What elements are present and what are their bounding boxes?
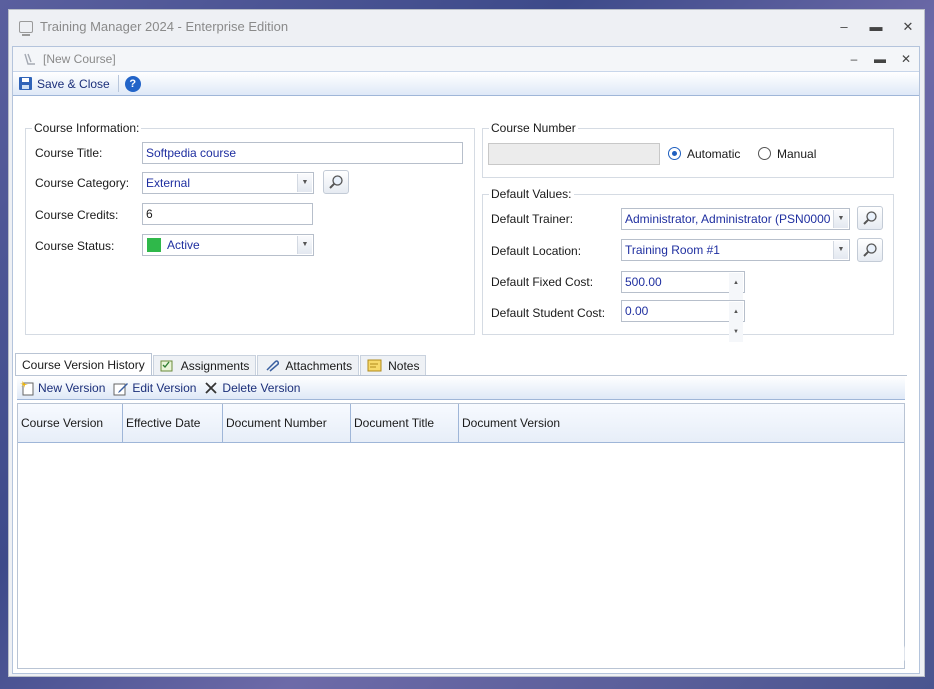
tab-label: Notes: [388, 358, 420, 373]
automatic-radio[interactable]: [668, 147, 681, 160]
column-header-effective-date[interactable]: Effective Date: [123, 404, 223, 442]
assignments-icon: [160, 359, 175, 372]
course-category-select[interactable]: External ▼: [142, 172, 314, 194]
default-fixed-cost-value: 500.00: [625, 275, 662, 289]
default-trainer-select[interactable]: Administrator, Administrator (PSN0000 ▼: [621, 208, 850, 230]
search-icon: [863, 243, 877, 257]
paperclip-icon: [264, 359, 280, 372]
search-icon: [329, 175, 343, 189]
chevron-down-icon[interactable]: ▼: [297, 236, 312, 254]
course-status-label: Course Status:: [35, 239, 115, 253]
monitor-icon: [19, 20, 33, 36]
chevron-down-icon[interactable]: ▼: [297, 174, 312, 192]
toolbar-separator: [117, 75, 119, 92]
course-version-history-panel: New Version Edit Version Delete Version …: [15, 375, 907, 670]
category-lookup-button[interactable]: [323, 170, 349, 194]
default-location-select[interactable]: Training Room #1 ▼: [621, 239, 850, 261]
spin-up-icon[interactable]: ▲: [729, 302, 743, 322]
save-close-label: Save & Close: [37, 76, 110, 91]
course-category-label: Course Category:: [35, 176, 130, 190]
delete-version-label: Delete Version: [222, 380, 301, 395]
tab-label: Course Version History: [22, 357, 145, 372]
course-information-title: Course Information:: [32, 121, 142, 135]
new-document-icon: [20, 380, 34, 395]
minimize-button[interactable]: –: [828, 19, 860, 35]
save-close-button[interactable]: Save & Close: [19, 77, 110, 91]
default-location-value: Training Room #1: [625, 243, 720, 257]
save-icon: [19, 77, 32, 90]
document-window-controls: – ▬ ✕: [841, 52, 919, 66]
spin-buttons[interactable]: ▲▼: [729, 273, 743, 313]
tab-assignments[interactable]: Assignments: [152, 355, 257, 375]
delete-icon: [205, 381, 218, 394]
new-version-button[interactable]: New Version: [19, 380, 105, 396]
tab-course-version-history[interactable]: Course Version History: [15, 353, 152, 375]
course-status-value: Active: [167, 238, 200, 252]
trainer-lookup-button[interactable]: [857, 206, 883, 230]
main-window: Training Manager 2024 - Enterprise Editi…: [8, 9, 925, 677]
course-credits-input[interactable]: 6: [142, 203, 313, 225]
course-category-value: External: [146, 176, 191, 190]
chevron-down-icon[interactable]: ▼: [833, 210, 848, 228]
column-header-document-title[interactable]: Document Title: [351, 404, 459, 442]
delete-version-button[interactable]: Delete Version: [204, 381, 300, 395]
course-status-select[interactable]: Active ▼: [142, 234, 314, 256]
new-version-label: New Version: [38, 380, 106, 395]
tab-label: Attachments: [285, 358, 353, 373]
tab-attachments[interactable]: Attachments: [257, 355, 360, 375]
help-icon[interactable]: ?: [124, 75, 141, 92]
edit-icon: [113, 382, 129, 395]
course-title-label: Course Title:: [35, 146, 103, 160]
course-number-title: Course Number: [489, 121, 578, 135]
main-toolbar: Save & Close ?: [13, 71, 919, 96]
manual-radio[interactable]: [758, 147, 771, 160]
column-header-course-version[interactable]: Course Version: [18, 404, 123, 442]
version-toolbar: New Version Edit Version Delete Version: [17, 376, 905, 400]
close-button[interactable]: ✕: [892, 19, 924, 35]
edit-version-button[interactable]: Edit Version: [113, 380, 196, 396]
location-lookup-button[interactable]: [857, 238, 883, 262]
document-title: [New Course]: [43, 52, 116, 66]
default-fixed-cost-input[interactable]: 500.00 ▲▼: [621, 271, 745, 313]
document-titlebar: [New Course] – ▬ ✕: [13, 47, 919, 71]
course-number-input: [488, 143, 660, 165]
softpedia-watermark: SOFTPEDIA: [738, 641, 912, 671]
spin-up-icon[interactable]: ▲: [729, 273, 743, 293]
column-header-document-version[interactable]: Document Version: [459, 404, 904, 442]
version-history-grid[interactable]: Course Version Effective Date Document N…: [17, 403, 905, 669]
doc-maximize-button[interactable]: ▬: [867, 52, 893, 66]
default-student-cost-input[interactable]: 0.00 ▲ ▼: [621, 300, 745, 342]
tab-notes[interactable]: Notes: [360, 355, 427, 375]
column-header-document-number[interactable]: Document Number: [223, 404, 351, 442]
search-icon: [863, 211, 877, 225]
course-document-window: [New Course] – ▬ ✕ Save & Close ? Course…: [12, 46, 920, 674]
notes-icon: [367, 359, 382, 372]
app-titlebar: Training Manager 2024 - Enterprise Editi…: [9, 10, 924, 43]
manual-label[interactable]: Manual: [777, 147, 816, 161]
default-location-label: Default Location:: [491, 244, 582, 258]
default-student-cost-label: Default Student Cost:: [491, 306, 606, 320]
course-credits-label: Course Credits:: [35, 208, 119, 222]
doc-minimize-button[interactable]: –: [841, 52, 867, 66]
automatic-label[interactable]: Automatic: [687, 147, 740, 161]
doc-close-button[interactable]: ✕: [893, 52, 919, 66]
default-student-cost-value: 0.00: [625, 304, 649, 318]
grid-header: Course Version Effective Date Document N…: [18, 404, 904, 443]
default-trainer-label: Default Trainer:: [491, 212, 574, 226]
spin-down-icon[interactable]: ▼: [729, 322, 743, 342]
spin-buttons[interactable]: ▲▼: [729, 302, 743, 342]
window-controls: – ▬ ✕: [828, 19, 924, 35]
chevron-down-icon[interactable]: ▼: [833, 241, 848, 259]
default-values-title: Default Values:: [489, 187, 574, 201]
default-trainer-value: Administrator, Administrator (PSN0000: [625, 212, 831, 226]
detail-tabs: Course Version History Assignments Attac…: [15, 353, 427, 375]
default-fixed-cost-label: Default Fixed Cost:: [491, 275, 594, 289]
maximize-button[interactable]: ▬: [860, 19, 892, 35]
edit-version-label: Edit Version: [132, 380, 197, 395]
course-title-input[interactable]: Softpedia course: [142, 142, 463, 164]
app-title: Training Manager 2024 - Enterprise Editi…: [40, 19, 289, 34]
tab-label: Assignments: [180, 358, 250, 373]
document-icon: [23, 53, 37, 65]
status-color-swatch: [147, 238, 161, 252]
